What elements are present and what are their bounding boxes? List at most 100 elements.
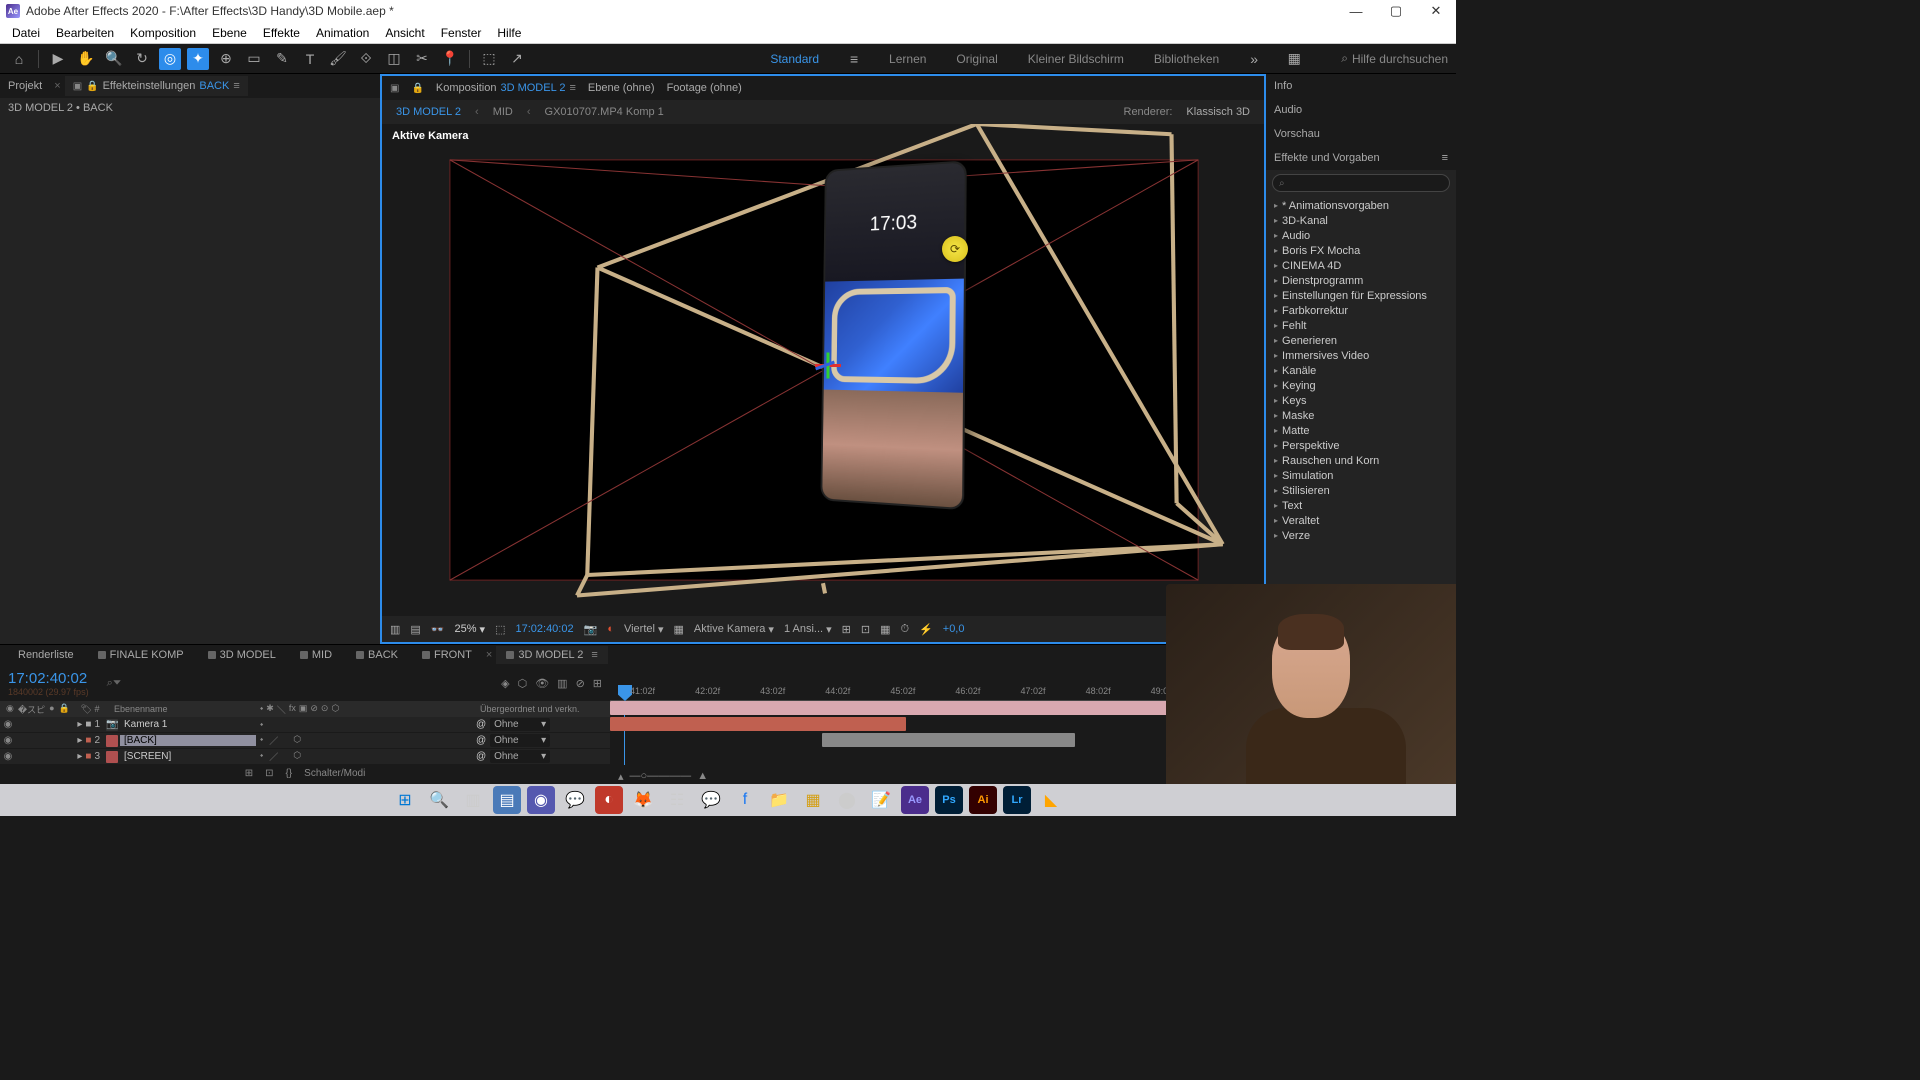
timeline-current-time[interactable]: 17:02:40:02 (8, 670, 89, 687)
menu-datei[interactable]: Datei (4, 24, 48, 42)
obs-icon[interactable]: ⬤ (833, 786, 861, 814)
layer-bar[interactable] (822, 733, 1076, 747)
comp-lock-icon[interactable]: 🔒 (411, 83, 423, 94)
hand-tool-icon[interactable]: ✋ (75, 48, 97, 70)
after-effects-icon[interactable]: Ae (901, 786, 929, 814)
timeline-layer-row[interactable]: ◉ ▸■1 📷 Kamera 1 ⬩ @Ohne▾ (0, 717, 610, 733)
timeline-tab-3dmodel[interactable]: 3D MODEL (198, 646, 286, 664)
roto-tool-icon[interactable]: ✂ (411, 48, 433, 70)
tree-item[interactable]: ▸CINEMA 4D (1270, 258, 1452, 273)
comp-nav-icon[interactable]: ▣ (390, 83, 399, 94)
pen-tool-icon[interactable]: ✎ (271, 48, 293, 70)
teams-icon[interactable]: ◉ (527, 786, 555, 814)
parent-dropdown[interactable]: Ohne▾ (490, 750, 550, 763)
menu-fenster[interactable]: Fenster (433, 24, 490, 42)
tree-item[interactable]: ▸Fehlt (1270, 318, 1452, 333)
layer-name[interactable]: Kamera 1 (120, 719, 256, 730)
selection-tool-icon[interactable]: ▶ (47, 48, 69, 70)
menu-animation[interactable]: Animation (308, 24, 377, 42)
parent-dropdown[interactable]: Ohne▾ (490, 734, 550, 747)
timecode-icon[interactable]: ⏱ (900, 623, 909, 636)
timeline-layer-row[interactable]: ◉ ▸■2 [BACK] ⬩／⬡ @Ohne▾ (0, 733, 610, 749)
shy-icon[interactable]: 👁 (535, 677, 549, 690)
composition-tab[interactable]: Komposition 3D MODEL 2 ≡ (436, 82, 576, 94)
zoom-out-icon[interactable]: ▴ (618, 770, 624, 783)
start-button[interactable]: ⊞ (391, 786, 419, 814)
close-button[interactable]: ✕ (1422, 0, 1450, 22)
comp-flowchart-icon[interactable]: ◈ (501, 677, 509, 690)
tree-item[interactable]: ▸Keying (1270, 378, 1452, 393)
tree-item[interactable]: ▸Text (1270, 498, 1452, 513)
parent-pick-icon[interactable]: @ (476, 751, 486, 762)
tree-item[interactable]: ▸Kanäle (1270, 363, 1452, 378)
breadcrumb-2[interactable]: MID (493, 106, 513, 118)
footage-tab[interactable]: Footage (ohne) (667, 82, 742, 94)
folder-icon[interactable]: 📁 (765, 786, 793, 814)
camera-orbit-tool-icon[interactable]: ◎ (159, 48, 181, 70)
workspace-kleiner[interactable]: Kleiner Bildschirm (1022, 48, 1130, 70)
tree-item[interactable]: ▸Dienstprogramm (1270, 273, 1452, 288)
mask-icon[interactable]: 👓 (431, 623, 445, 636)
snap-icon[interactable]: ⬚ (478, 48, 500, 70)
text-tool-icon[interactable]: T (299, 48, 321, 70)
rotate-tool-icon[interactable]: ↻ (131, 48, 153, 70)
viewport[interactable]: Aktive Kamera (382, 124, 1264, 616)
preview-panel-tab[interactable]: Vorschau (1266, 122, 1456, 146)
timeline-tab-mid[interactable]: MID (290, 646, 342, 664)
layer-name[interactable]: [SCREEN] (120, 751, 256, 762)
menu-bearbeiten[interactable]: Bearbeiten (48, 24, 122, 42)
renderer-dropdown[interactable]: Klassisch 3D (1186, 106, 1250, 118)
effects-search-input[interactable]: ⌕ (1272, 174, 1450, 192)
puppet-tool-icon[interactable]: 📍 (439, 48, 461, 70)
tree-item[interactable]: ▸Simulation (1270, 468, 1452, 483)
workspace-overflow-icon[interactable]: » (1243, 48, 1265, 70)
grid-icon[interactable]: ⊞ (842, 623, 851, 636)
transparency-icon[interactable]: ▦ (673, 623, 683, 636)
effect-controls-tab[interactable]: ▣ 🔒 Effekteinstellungen BACK ≡ (65, 76, 248, 96)
eraser-tool-icon[interactable]: ◫ (383, 48, 405, 70)
layer-tab[interactable]: Ebene (ohne) (588, 82, 655, 94)
shape-tool-icon[interactable]: ▭ (243, 48, 265, 70)
toggle-icon[interactable]: ▤ (410, 623, 420, 636)
tree-item[interactable]: ▸Immersives Video (1270, 348, 1452, 363)
channel-icon[interactable]: ◐ (607, 623, 614, 635)
tree-item[interactable]: ▸Verze (1270, 528, 1452, 543)
current-time[interactable]: 17:02:40:02 (515, 623, 573, 635)
tree-item[interactable]: ▸Einstellungen für Expressions (1270, 288, 1452, 303)
search-taskbar-icon[interactable]: 🔍 (425, 786, 453, 814)
safe-icon[interactable]: ▦ (880, 623, 890, 636)
workspace-standard[interactable]: Standard (764, 48, 825, 70)
frame-blend-icon[interactable]: ▥ (557, 677, 567, 690)
home-tool-icon[interactable]: ⌂ (8, 48, 30, 70)
toggle-switches-icon[interactable]: ⊞ (245, 768, 253, 779)
tree-item[interactable]: ▸Matte (1270, 423, 1452, 438)
whatsapp-icon[interactable]: 💬 (561, 786, 589, 814)
maximize-button[interactable]: ▢ (1382, 0, 1410, 22)
draft-3d-icon[interactable]: ⬡ (518, 677, 528, 690)
help-search[interactable]: ⌕ Hilfe durchsuchen (1341, 51, 1448, 66)
photoshop-icon[interactable]: Ps (935, 786, 963, 814)
tree-item[interactable]: ▸Veraltet (1270, 513, 1452, 528)
layer-bar[interactable] (610, 717, 906, 731)
tree-item[interactable]: ▸Generieren (1270, 333, 1452, 348)
parent-pick-icon[interactable]: @ (476, 719, 486, 730)
tree-item[interactable]: ▸Farbkorrektur (1270, 303, 1452, 318)
workspace-original[interactable]: Original (950, 48, 1003, 70)
app-icon-red[interactable]: ◐ (595, 786, 623, 814)
workspace-bibliotheken[interactable]: Bibliotheken (1148, 48, 1225, 70)
fast-icon[interactable]: ⚡ (919, 623, 933, 636)
app-icon-bw[interactable]: ☷ (663, 786, 691, 814)
views-dropdown[interactable]: 1 Ansi...▾ (784, 623, 832, 636)
info-panel-tab[interactable]: Info (1266, 74, 1456, 98)
alpha-icon[interactable]: ▥ (390, 623, 400, 636)
breadcrumb-1[interactable]: 3D MODEL 2 (396, 106, 461, 118)
menu-komposition[interactable]: Komposition (122, 24, 204, 42)
tree-item[interactable]: ▸Audio (1270, 228, 1452, 243)
anchor-tool-icon[interactable]: ⊕ (215, 48, 237, 70)
app-icon-yellow[interactable]: ▦ (799, 786, 827, 814)
menu-hilfe[interactable]: Hilfe (489, 24, 529, 42)
zoom-tool-icon[interactable]: 🔍 (103, 48, 125, 70)
tree-item[interactable]: ▸3D-Kanal (1270, 213, 1452, 228)
timeline-tab-finale[interactable]: FINALE KOMP (88, 646, 194, 664)
guide-icon[interactable]: ⊡ (861, 623, 870, 636)
